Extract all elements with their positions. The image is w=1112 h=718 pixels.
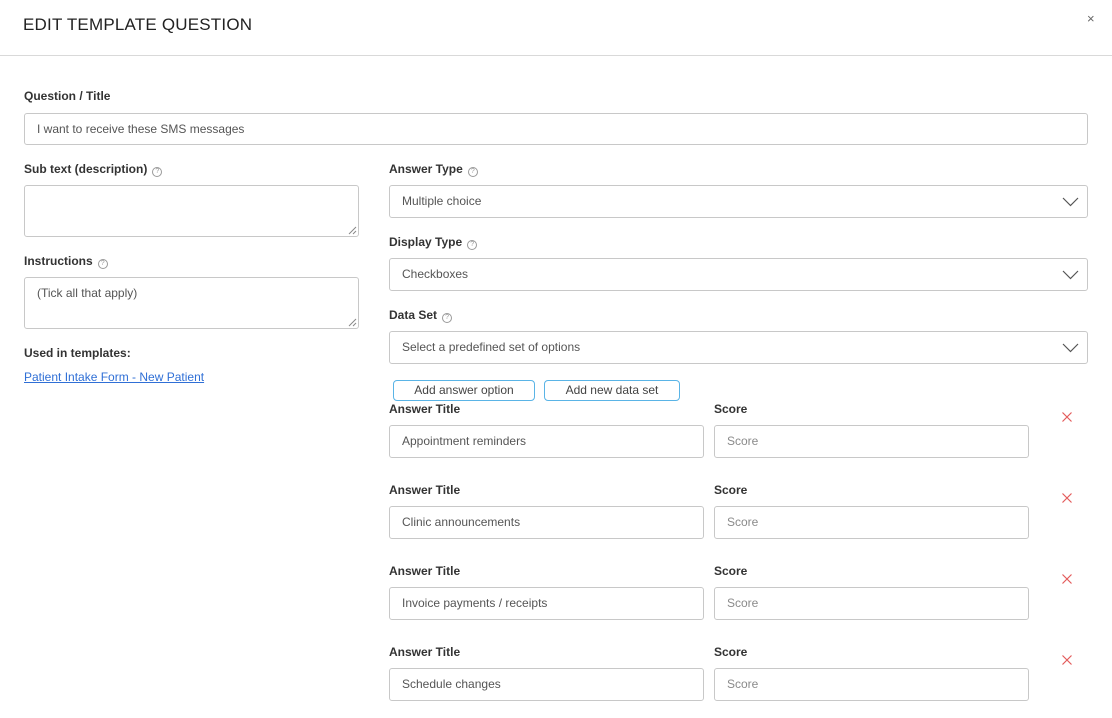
question-title-label: Question / Title	[24, 89, 111, 103]
data-set-label-text: Data Set	[389, 308, 438, 322]
template-link[interactable]: Patient Intake Form - New Patient	[24, 370, 204, 384]
chevron-down-icon	[1062, 270, 1079, 280]
answer-title-input[interactable]: Invoice payments / receipts	[389, 587, 704, 620]
answer-type-label-text: Answer Type	[389, 162, 463, 176]
modal-title: EDIT TEMPLATE QUESTION	[23, 15, 253, 34]
subtext-label-text: Sub text (description)	[24, 162, 148, 176]
instructions-textarea[interactable]: (Tick all that apply)	[24, 277, 359, 329]
close-icon[interactable]: ×	[1087, 12, 1095, 26]
remove-icon[interactable]	[1061, 573, 1073, 585]
question-title-input[interactable]: I want to receive these SMS messages	[24, 113, 1088, 145]
help-icon[interactable]: ?	[152, 167, 163, 177]
score-label: Score	[714, 483, 748, 497]
data-set-placeholder: Select a predefined set of options	[402, 340, 581, 354]
display-type-label: Display Type?	[389, 235, 478, 250]
remove-icon[interactable]	[1061, 654, 1073, 666]
subtext-label: Sub text (description)?	[24, 162, 163, 177]
help-icon[interactable]: ?	[467, 167, 478, 177]
subtext-textarea[interactable]	[24, 185, 359, 237]
score-label: Score	[714, 402, 748, 416]
answer-title-label: Answer Title	[389, 564, 461, 578]
answer-title-input[interactable]: Appointment reminders	[389, 425, 704, 458]
score-input[interactable]: Score	[714, 668, 1029, 701]
answer-title-input[interactable]: Clinic announcements	[389, 506, 704, 539]
remove-icon[interactable]	[1061, 411, 1073, 423]
remove-icon[interactable]	[1061, 492, 1073, 504]
answer-title-label: Answer Title	[389, 483, 461, 497]
help-icon[interactable]: ?	[442, 313, 453, 323]
score-label: Score	[714, 645, 748, 659]
used-in-templates-label: Used in templates:	[24, 346, 131, 360]
data-set-label: Data Set?	[389, 308, 453, 323]
instructions-value: (Tick all that apply)	[37, 286, 138, 300]
answer-type-select[interactable]: Multiple choice	[389, 185, 1088, 218]
display-type-value: Checkboxes	[402, 267, 469, 281]
instructions-label-text: Instructions	[24, 254, 93, 268]
chevron-down-icon	[1062, 197, 1079, 207]
data-set-select[interactable]: Select a predefined set of options	[389, 331, 1088, 364]
help-icon[interactable]: ?	[97, 259, 108, 269]
display-type-select[interactable]: Checkboxes	[389, 258, 1088, 291]
chevron-down-icon	[1062, 343, 1079, 353]
answer-title-input[interactable]: Schedule changes	[389, 668, 704, 701]
score-input[interactable]: Score	[714, 425, 1029, 458]
score-label: Score	[714, 564, 748, 578]
answer-title-label: Answer Title	[389, 402, 461, 416]
answer-type-label: Answer Type?	[389, 162, 478, 177]
help-icon[interactable]: ?	[467, 240, 478, 250]
resize-handle-icon[interactable]	[348, 226, 357, 235]
display-type-label-text: Display Type	[389, 235, 463, 249]
add-new-data-set-button[interactable]: Add new data set	[544, 380, 680, 401]
instructions-label: Instructions?	[24, 254, 108, 269]
score-input[interactable]: Score	[714, 506, 1029, 539]
add-answer-option-button[interactable]: Add answer option	[393, 380, 535, 401]
answer-title-label: Answer Title	[389, 645, 461, 659]
resize-handle-icon[interactable]	[348, 318, 357, 327]
score-input[interactable]: Score	[714, 587, 1029, 620]
answer-type-value: Multiple choice	[402, 194, 482, 208]
modal-header: EDIT TEMPLATE QUESTION ×	[0, 0, 1112, 56]
